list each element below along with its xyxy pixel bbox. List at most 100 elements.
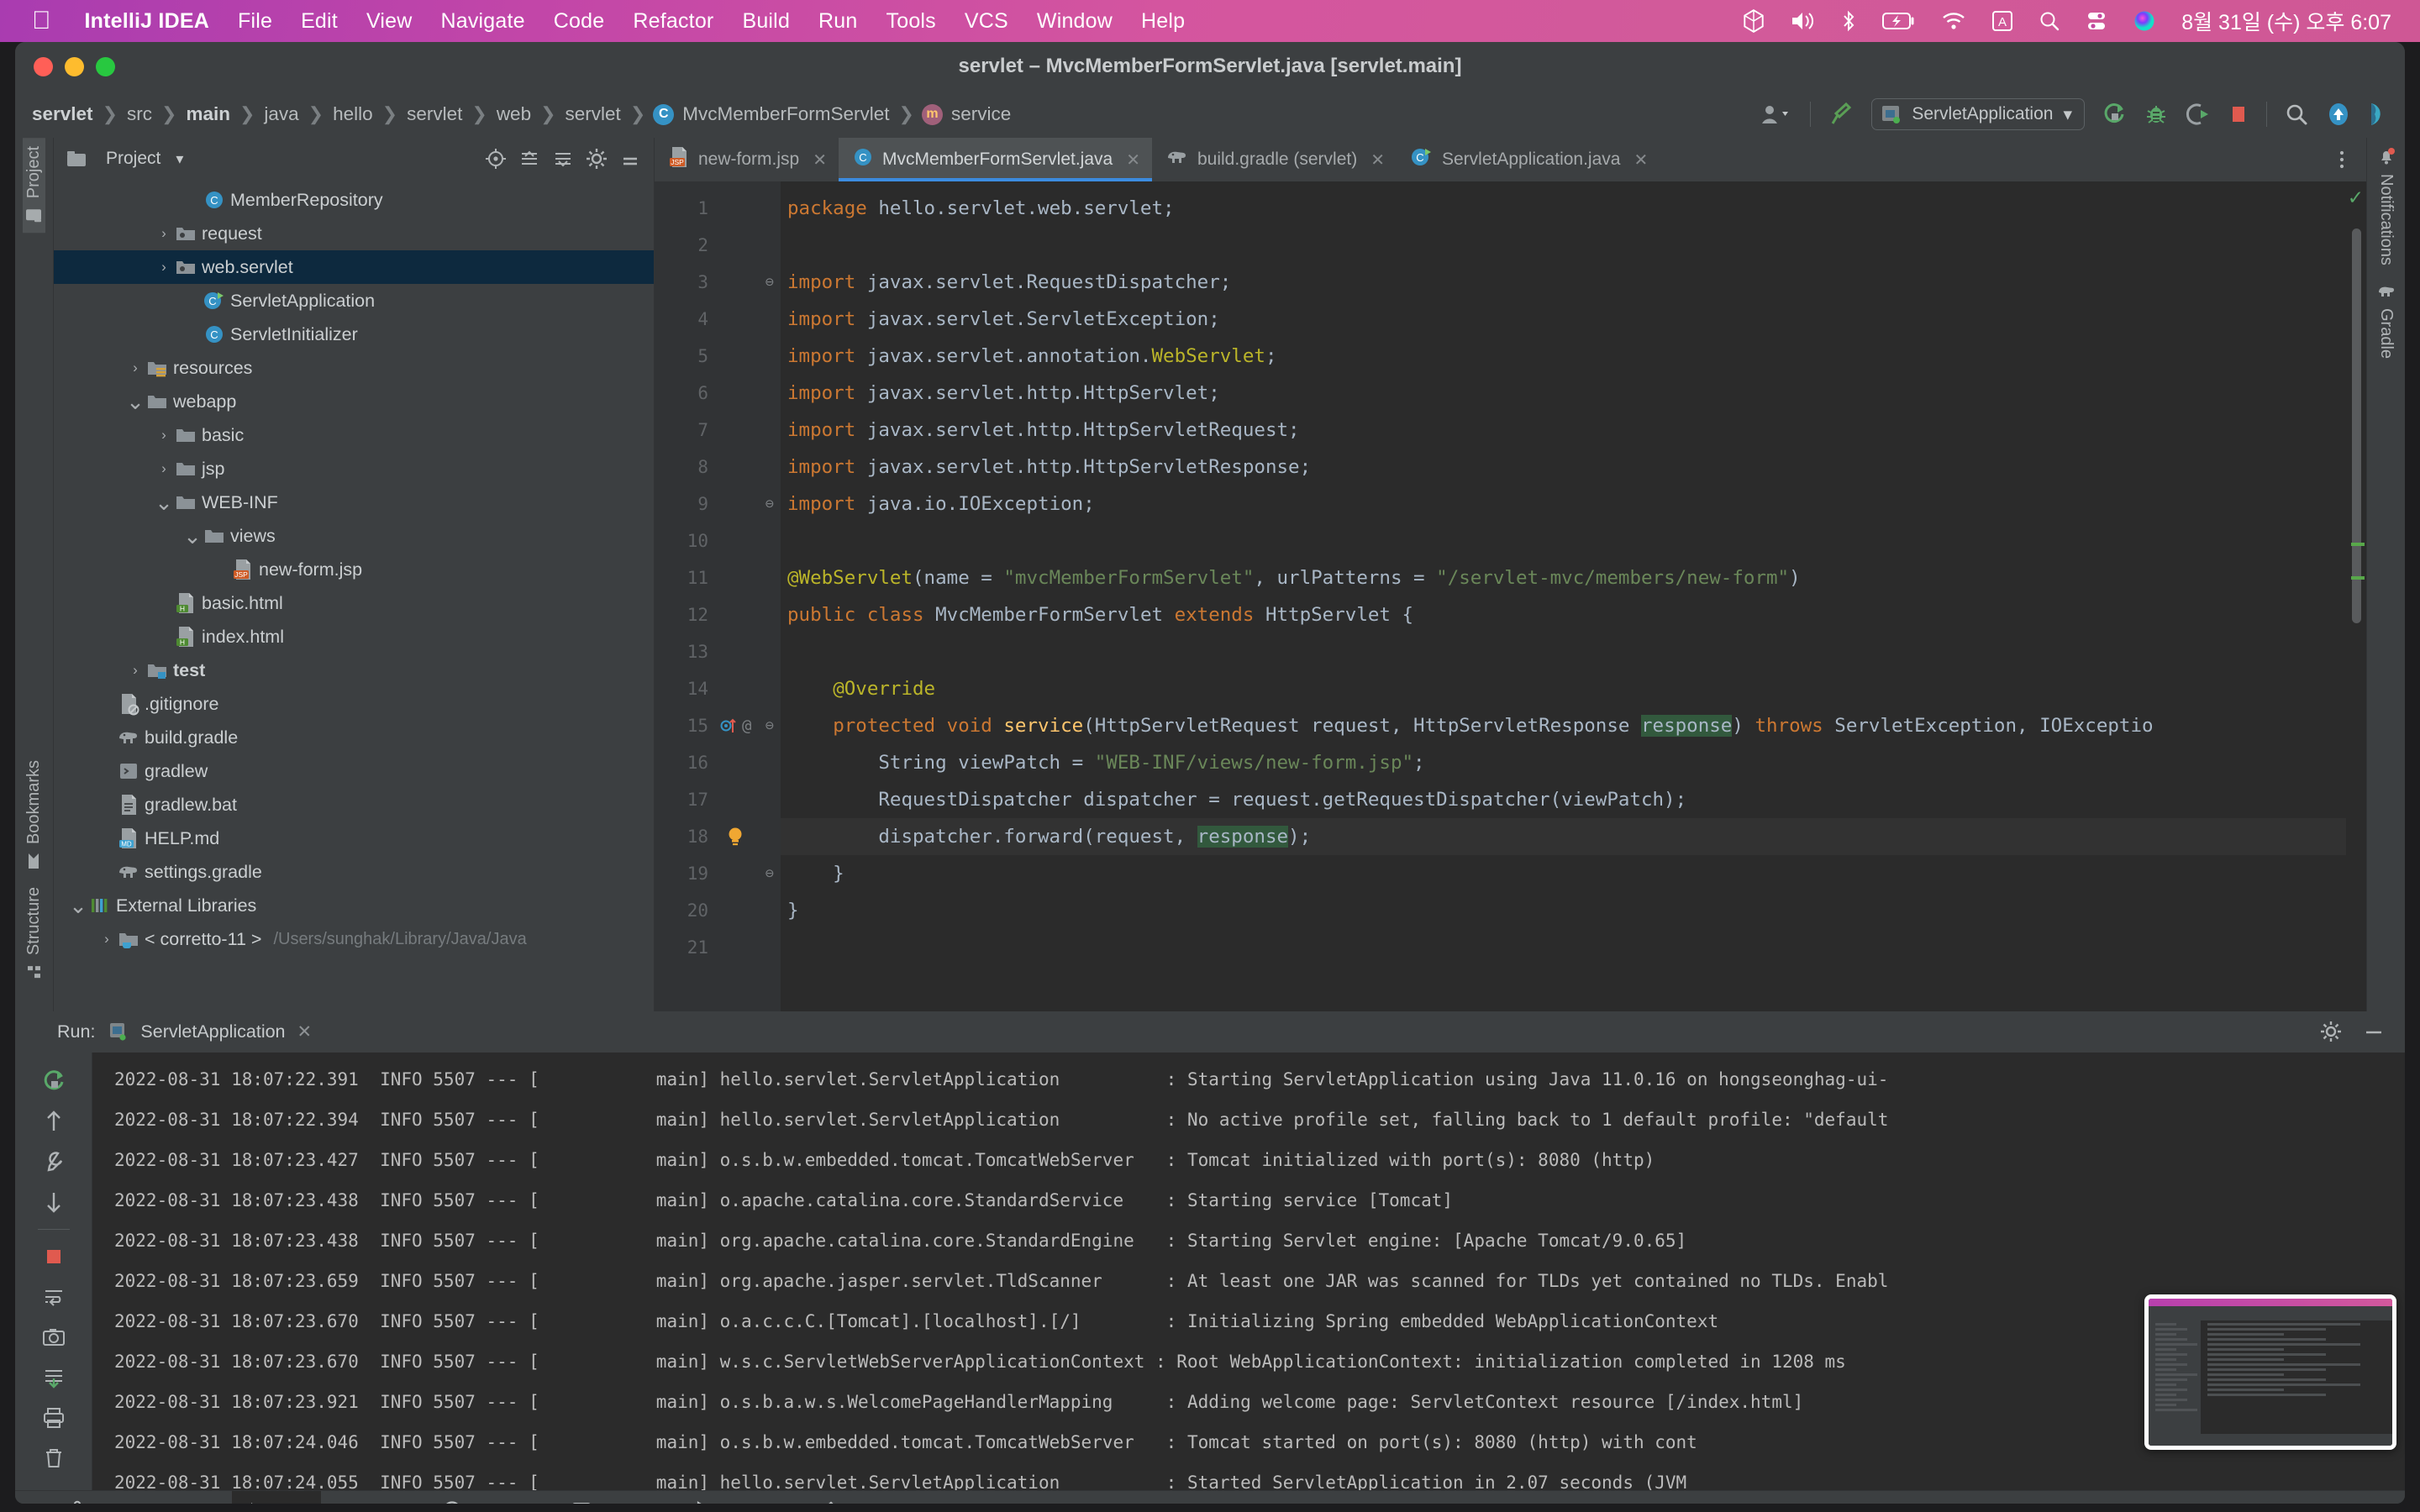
- close-icon[interactable]: ✕: [297, 1021, 313, 1042]
- code-folding-icon[interactable]: ⊖: [765, 274, 774, 291]
- code-line[interactable]: import javax.servlet.http.HttpServlet;: [781, 375, 2366, 412]
- menu-item-window[interactable]: Window: [1037, 9, 1113, 34]
- editor-tab[interactable]: C MvcMemberFormServlet.java ✕: [838, 138, 1152, 181]
- editor-tab[interactable]: JSP new-form.jsp ✕: [655, 138, 839, 181]
- clear-all-icon[interactable]: [35, 1440, 72, 1477]
- gutter-line[interactable]: 21: [655, 929, 781, 966]
- window-preview-thumbnail[interactable]: [2144, 1294, 2396, 1450]
- up-arrow-icon[interactable]: [35, 1103, 72, 1140]
- print-icon[interactable]: [35, 1399, 72, 1436]
- stop-icon[interactable]: [2228, 102, 2249, 126]
- maximize-window-button[interactable]: [96, 56, 115, 76]
- tree-row[interactable]: Hbasic.html: [54, 586, 654, 620]
- gutter-line[interactable]: 9 ⊖: [655, 486, 781, 522]
- tree-row[interactable]: C MemberRepository: [54, 183, 654, 217]
- feature-trainer-icon[interactable]: [2368, 102, 2391, 127]
- editor-tab[interactable]: C ServletApplication.java ✕: [1397, 138, 1660, 181]
- stop-icon[interactable]: [35, 1238, 72, 1275]
- sidebar-tab-gradle[interactable]: Gradle: [2375, 274, 2398, 367]
- breadcrumb-item-servlet-pkg[interactable]: servlet: [405, 103, 464, 125]
- breadcrumb-item-java[interactable]: java: [262, 103, 300, 125]
- code-line[interactable]: }: [781, 892, 2366, 929]
- gutter-line[interactable]: 13: [655, 633, 781, 670]
- breadcrumb-item-class[interactable]: MvcMemberFormServlet: [681, 103, 891, 125]
- bottom-tab-dependencies[interactable]: Dependencies: [898, 1491, 1065, 1504]
- bottom-tab-todo[interactable]: TODO: [321, 1491, 428, 1504]
- code-line[interactable]: import javax.servlet.ServletException;: [781, 301, 2366, 338]
- gutter-line[interactable]: 7: [655, 412, 781, 449]
- update-project-icon[interactable]: [2326, 102, 2351, 127]
- rerun-icon[interactable]: [2102, 102, 2127, 127]
- run-with-coverage-icon[interactable]: [2186, 102, 2211, 127]
- close-icon[interactable]: ✕: [1370, 150, 1385, 171]
- rerun-icon[interactable]: [35, 1063, 72, 1100]
- tree-row[interactable]: .gitignore: [54, 687, 654, 721]
- code-line[interactable]: [781, 227, 2366, 264]
- gutter-line[interactable]: 5: [655, 338, 781, 375]
- intention-bulb-icon[interactable]: [725, 825, 745, 848]
- code-line[interactable]: }: [781, 855, 2366, 892]
- camera-icon[interactable]: [35, 1319, 72, 1356]
- editor-scrollbar[interactable]: ✓: [2346, 181, 2366, 1011]
- close-icon[interactable]: ✕: [813, 150, 827, 171]
- close-icon[interactable]: ✕: [1634, 150, 1648, 171]
- chevron-right-icon[interactable]: ›: [155, 259, 173, 276]
- tree-row[interactable]: MD HELP.md: [54, 822, 654, 855]
- tree-row[interactable]: › basic: [54, 418, 654, 452]
- code-editor[interactable]: 1 2 3 ⊖ 4 5 6 7 8 9 ⊖ 10 11 12 13 14 15 @ ⊖ 16 17 18 19 ⊖ 20 21 p…: [655, 181, 2366, 1011]
- gutter-line[interactable]: 2: [655, 227, 781, 264]
- sidebar-tab-notifications[interactable]: Notifications: [2375, 138, 2398, 274]
- gutter-line[interactable]: 10: [655, 522, 781, 559]
- no-problems-checkmark[interactable]: ✓: [2348, 186, 2364, 209]
- code-line[interactable]: protected void service(HttpServletReques…: [781, 707, 2366, 744]
- search-everywhere-icon[interactable]: [2284, 102, 2309, 127]
- menu-item-run[interactable]: Run: [818, 9, 857, 34]
- code-line[interactable]: @WebServlet(name = "mvcMemberFormServlet…: [781, 559, 2366, 596]
- menu-item-edit[interactable]: Edit: [301, 9, 338, 34]
- soft-wrap-icon[interactable]: [35, 1278, 72, 1315]
- gutter-line[interactable]: 11: [655, 559, 781, 596]
- bottom-tab-services[interactable]: Services: [680, 1491, 803, 1504]
- gutter-line[interactable]: 4: [655, 301, 781, 338]
- hide-icon[interactable]: [618, 147, 642, 171]
- apple-logo-icon[interactable]: : [32, 8, 51, 34]
- settings-gear-icon[interactable]: [2319, 1020, 2343, 1043]
- chevron-down-icon[interactable]: ▾: [176, 150, 183, 168]
- collapse-all-icon[interactable]: [518, 147, 541, 171]
- scroll-to-end-icon[interactable]: [35, 1359, 72, 1396]
- tree-row[interactable]: › < corretto-11 > /Users/sunghak/Library/J…: [54, 922, 654, 956]
- sidebar-tab-project[interactable]: Project: [23, 138, 45, 234]
- sidebar-tab-bookmarks[interactable]: Bookmarks: [23, 752, 45, 879]
- wifi-icon[interactable]: [1941, 11, 1966, 31]
- tree-row[interactable]: ⌄ External Libraries: [54, 889, 654, 922]
- chevron-right-icon[interactable]: ›: [97, 931, 116, 948]
- tree-row[interactable]: ⌄ webapp: [54, 385, 654, 418]
- bottom-tab-run[interactable]: Run: [232, 1490, 321, 1504]
- chevron-right-icon[interactable]: ›: [126, 360, 145, 376]
- breadcrumb-item-method[interactable]: service: [950, 103, 1013, 125]
- tree-row[interactable]: › web.servlet: [54, 250, 654, 284]
- scrollbar-thumb[interactable]: [2352, 228, 2361, 623]
- gutter-line[interactable]: 16: [655, 744, 781, 781]
- menu-item-refactor[interactable]: Refactor: [633, 9, 713, 34]
- tree-row[interactable]: gradlew: [54, 754, 654, 788]
- user-account-icon[interactable]: [1760, 102, 1793, 126]
- gutter-line[interactable]: 17: [655, 781, 781, 818]
- minimize-window-button[interactable]: [65, 56, 84, 76]
- gutter-line[interactable]: 19 ⊖: [655, 855, 781, 892]
- chevron-down-icon[interactable]: ⌄: [155, 491, 173, 513]
- code-folding-icon[interactable]: ⊖: [765, 496, 774, 512]
- chevron-right-icon[interactable]: ›: [155, 427, 173, 444]
- battery-charging-icon[interactable]: [1882, 12, 1916, 30]
- debug-bug-icon[interactable]: [2144, 102, 2169, 127]
- editor-tab[interactable]: build.gradle (servlet) ✕: [1152, 138, 1397, 181]
- tree-row[interactable]: › request: [54, 217, 654, 250]
- input-source-A-icon[interactable]: A: [1991, 10, 2013, 32]
- code-line[interactable]: [781, 633, 2366, 670]
- gutter-line[interactable]: 14: [655, 670, 781, 707]
- code-folding-icon[interactable]: ⊖: [765, 865, 774, 882]
- gutter-line[interactable]: 15 @ ⊖: [655, 707, 781, 744]
- chevron-down-icon[interactable]: ⌄: [183, 525, 202, 547]
- code-line[interactable]: @Override: [781, 670, 2366, 707]
- tree-row[interactable]: settings.gradle: [54, 855, 654, 889]
